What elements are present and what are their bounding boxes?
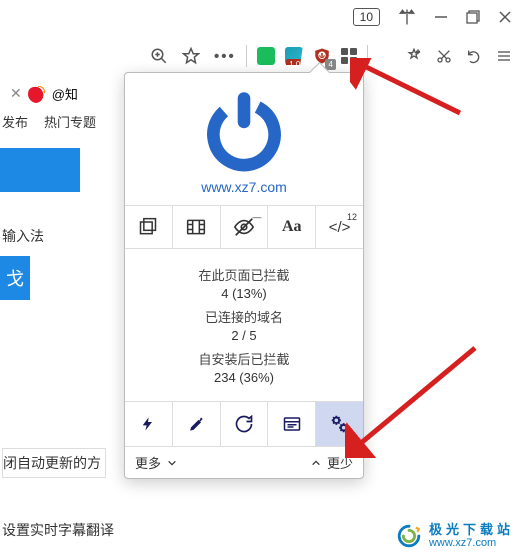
weibo-icon xyxy=(28,85,46,103)
browser-tab[interactable]: ✕ @知 xyxy=(0,78,88,109)
tab-title: @知 xyxy=(52,84,78,103)
tab-close-icon[interactable]: ✕ xyxy=(10,85,22,102)
dashboard-icon[interactable] xyxy=(267,402,315,446)
picker-icon[interactable] xyxy=(172,402,220,446)
ext-teal-badge: 1.00 xyxy=(286,59,308,70)
popup-footer: 更多 更少 xyxy=(125,446,363,478)
page-blocked-value: 4 (13%) xyxy=(125,286,363,301)
cosmetic-filter-icon[interactable]: — xyxy=(220,206,268,248)
annotation-arrow xyxy=(345,338,485,458)
page-nav: 发布 热门专题 xyxy=(0,112,96,131)
minimize-icon[interactable] xyxy=(434,10,448,24)
customize-icon[interactable] xyxy=(398,8,416,26)
stats-section: 在此页面已拦截 4 (13%) 已连接的域名 2 / 5 自安装后已拦截 234… xyxy=(125,248,363,401)
script-block-icon[interactable]: </> 12 xyxy=(315,206,363,248)
divider xyxy=(246,45,247,67)
browser-toolbar: ••• 1.00 4 xyxy=(0,40,522,72)
blue-banner xyxy=(0,148,80,192)
logger-icon[interactable] xyxy=(220,402,268,446)
menu-icon[interactable] xyxy=(496,48,512,64)
tools-row: — Aa </> 12 xyxy=(125,205,363,248)
blue-button[interactable]: 戈 xyxy=(0,256,30,300)
watermark-url: www.xz7.com xyxy=(429,537,514,549)
close-icon[interactable] xyxy=(498,10,512,24)
cut-icon[interactable] xyxy=(436,48,452,64)
nav-item[interactable]: 发布 xyxy=(2,112,28,131)
more-icon[interactable]: ••• xyxy=(214,48,236,65)
nav-item[interactable]: 热门专题 xyxy=(44,112,96,131)
badge-dash: — xyxy=(252,212,261,222)
domains-value: 2 / 5 xyxy=(125,328,363,343)
page-blocked-label: 在此页面已拦截 xyxy=(125,265,363,284)
tab-counter[interactable]: 10 xyxy=(353,8,380,26)
chevron-down-icon xyxy=(167,458,177,468)
block-element-icon[interactable] xyxy=(125,206,172,248)
actions-row xyxy=(125,401,363,446)
settings-icon[interactable] xyxy=(315,402,363,446)
watermark: 极光下载站 www.xz7.com xyxy=(395,522,514,550)
bookmark-icon[interactable] xyxy=(182,47,200,65)
extension-green-icon[interactable] xyxy=(257,47,275,65)
zoom-icon[interactable] xyxy=(150,47,168,65)
power-icon[interactable] xyxy=(199,85,289,175)
more-button[interactable]: 更多 xyxy=(135,453,177,472)
script-count: 12 xyxy=(347,212,357,222)
divider xyxy=(367,45,368,67)
watermark-name: 极光下载站 xyxy=(429,523,514,537)
install-blocked-label: 自安装后已拦截 xyxy=(125,349,363,368)
undo-icon[interactable] xyxy=(466,48,482,64)
less-button[interactable]: 更少 xyxy=(311,453,353,472)
domains-label: 已连接的域名 xyxy=(125,307,363,326)
page-text: 设置实时字幕翻译 xyxy=(2,520,114,540)
page-text: 闭自动更新的方 xyxy=(2,448,106,478)
font-block-icon[interactable]: Aa xyxy=(267,206,315,248)
media-block-icon[interactable] xyxy=(172,206,220,248)
bookmark-add-icon[interactable] xyxy=(406,48,422,64)
extension-teal-icon[interactable]: 1.00 xyxy=(285,47,303,65)
ublock-icon[interactable]: 4 xyxy=(313,47,331,65)
maximize-icon[interactable] xyxy=(466,10,480,24)
chevron-up-icon xyxy=(311,458,321,468)
watermark-logo xyxy=(395,522,423,550)
zapper-icon[interactable] xyxy=(125,402,172,446)
site-url: www.xz7.com xyxy=(125,179,363,195)
install-blocked-value: 234 (36%) xyxy=(125,370,363,385)
page-text: 输入法 xyxy=(2,226,44,246)
ublock-popup: www.xz7.com — Aa </> 12 在此页面已拦截 4 (13%) … xyxy=(124,72,364,479)
apps-icon[interactable] xyxy=(341,48,357,64)
